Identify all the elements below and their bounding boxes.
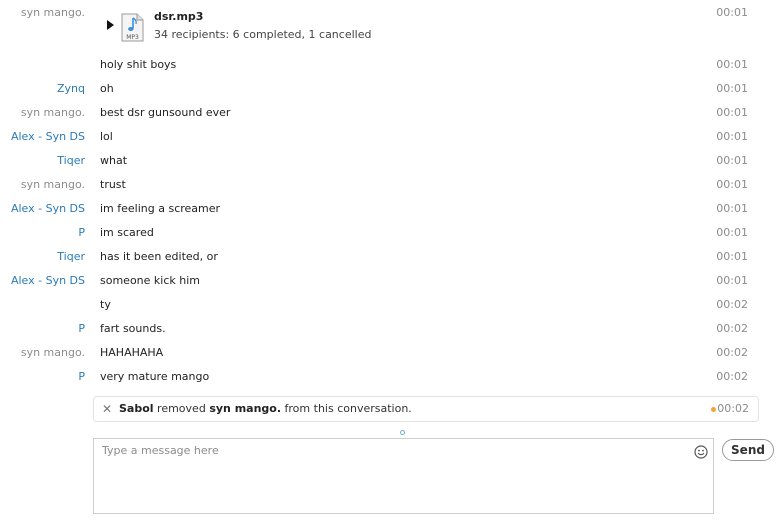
message-text: im feeling a screamer [100,202,221,215]
message-text: fart sounds. [100,322,166,335]
message-row: Pim scared 00:01 [0,221,783,245]
file-name[interactable]: dsr.mp3 [154,10,203,23]
send-button[interactable]: Send [722,439,774,461]
message-text: holy shit boys [100,58,177,71]
message-time: 00:02 [716,322,748,335]
message-time: 00:01 [716,226,748,239]
message-time: 00:01 [716,130,748,143]
event-actor[interactable]: Sabol [119,402,154,415]
message-time: 00:01 [716,178,748,191]
message-sender[interactable]: syn mango. [21,101,85,125]
event-time: 00:02 [717,402,749,415]
message-sender[interactable]: Tiqer [57,245,85,269]
message-text: oh [100,82,114,95]
chat-window: syn mango. MP3 dsr.mp3 34 recipients: 6 … [0,0,783,523]
message-row: Alex - Syn DS lol 00:01 [0,125,783,149]
message-row: Tiqer what 00:01 [0,149,783,173]
mp3-file-icon[interactable]: MP3 [121,13,144,42]
message-time: 00:01 [716,82,748,95]
message-time: 00:01 [716,106,748,119]
message-text: best dsr gunsound ever [100,106,231,119]
message-time: 00:01 [716,6,748,19]
system-event: ✕ Sabol removed syn mango. from this con… [93,396,759,422]
message-row: Tiqer has it been edited, or 00:01 [0,245,783,269]
message-sender[interactable]: syn mango. [21,6,85,19]
event-text: Sabol removed syn mango. from this conve… [119,397,412,421]
file-transfer-status: 34 recipients: 6 completed, 1 cancelled [154,28,372,41]
message-text: trust [100,178,126,191]
message-time: 00:01 [716,154,748,167]
message-row: Alex - Syn DS someone kick him 00:01 [0,269,783,293]
message-row: Pfart sounds. 00:02 [0,317,783,341]
message-time: 00:02 [716,346,748,359]
close-icon[interactable]: ✕ [102,397,112,421]
message-time: 00:01 [716,250,748,263]
message-sender[interactable]: P [78,365,85,389]
message-row: syn mango. HAHAHAHA 00:02 [0,341,783,365]
message-row: ty 00:02 [0,293,783,317]
message-time: 00:01 [716,58,748,71]
message-text: very mature mango [100,370,210,383]
message-row: Zynq oh 00:01 [0,77,783,101]
message-text: someone kick him [100,274,200,287]
message-text: ty [100,298,111,311]
message-row: syn mango. best dsr gunsound ever 00:01 [0,101,783,125]
emoticon-icon[interactable] [694,445,708,459]
event-target[interactable]: syn mango. [209,402,281,415]
message-sender[interactable]: Alex - Syn DS [11,197,85,221]
message-sender[interactable]: P [78,221,85,245]
expand-arrow-icon[interactable] [107,20,114,30]
message-time: 00:01 [716,274,748,287]
message-sender[interactable]: syn mango. [21,173,85,197]
message-row: Alex - Syn DS im feeling a screamer 00:01 [0,197,783,221]
message-input[interactable] [94,439,684,513]
message-row: Pvery mature mango 00:02 [0,365,783,389]
message-time: 00:02 [716,298,748,311]
message-text: lol [100,130,113,143]
unread-dot-icon [711,407,716,412]
message-row: syn mango. trust 00:01 [0,173,783,197]
message-time: 00:02 [716,370,748,383]
file-icon-label: MP3 [126,34,139,41]
message-row: holy shit boys 00:01 [0,53,783,77]
message-sender[interactable]: Tiqer [57,149,85,173]
event-action: removed [157,402,206,415]
message-sender[interactable]: Alex - Syn DS [11,269,85,293]
message-text: has it been edited, or [100,250,218,263]
message-sender[interactable]: Alex - Syn DS [11,125,85,149]
message-time: 00:01 [716,202,748,215]
file-transfer-message: syn mango. MP3 dsr.mp3 34 recipients: 6 … [0,0,783,48]
event-suffix: from this conversation. [284,402,412,415]
message-text: im scared [100,226,154,239]
typing-indicator-icon [400,430,405,435]
message-composer [93,438,714,514]
message-sender[interactable]: Zynq [57,77,85,101]
message-text: what [100,154,128,167]
message-sender[interactable]: syn mango. [21,341,85,365]
message-sender[interactable]: P [78,317,85,341]
message-text: HAHAHAHA [100,346,164,359]
